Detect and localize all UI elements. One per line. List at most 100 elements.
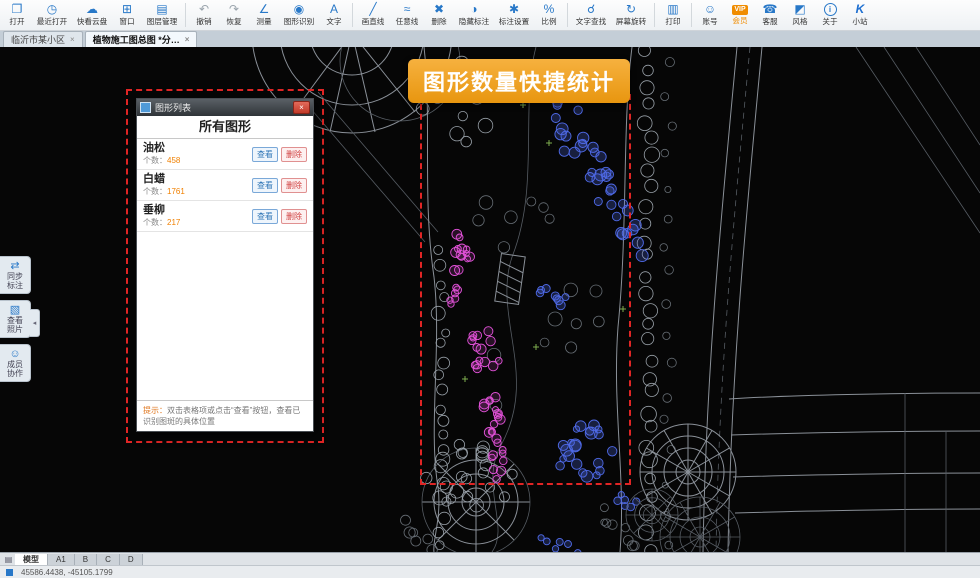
shape-name: 油松 <box>143 142 249 155</box>
close-icon[interactable]: × <box>70 35 75 44</box>
shape-name: 白蜡 <box>143 173 249 186</box>
vip-icon: VIP <box>732 5 747 15</box>
open-button[interactable]: ❐打开 <box>2 0 32 30</box>
collaboration-button[interactable]: ☺ 成员协作 <box>0 344 31 382</box>
shape-recognition-button[interactable]: ◉图形识别 <box>279 0 319 30</box>
text-search-button[interactable]: ☌文字查找 <box>571 0 611 30</box>
style-button[interactable]: ◩风格 <box>785 0 815 30</box>
count-label: 个数： <box>143 218 167 227</box>
undo-label: 撤销 <box>196 16 211 26</box>
dialog-titlebar[interactable]: 图形列表 × <box>137 99 313 116</box>
sheet-tab-d[interactable]: D <box>120 554 143 565</box>
cloud-drive-button[interactable]: ☁快看云盘 <box>72 0 112 30</box>
ksite-button[interactable]: K小站 <box>845 0 875 30</box>
hide-annotation-icon: ◑ <box>470 3 477 16</box>
service-icon: ☎ <box>763 3 778 16</box>
recognition-icon: ◉ <box>294 3 304 16</box>
layers-label: 图层管理 <box>147 16 177 26</box>
close-icon[interactable]: × <box>293 101 310 114</box>
count-value: 1761 <box>167 187 185 196</box>
list-item[interactable]: 油松 个数：458 查看 删除 <box>137 139 313 170</box>
hint-prefix: 提示： <box>143 406 167 415</box>
about-button[interactable]: i关于 <box>815 0 845 30</box>
text-label: 文字 <box>326 16 341 26</box>
recent-open-button[interactable]: ◷最近打开 <box>32 0 72 30</box>
count-label: 个数： <box>143 187 167 196</box>
sheet-tab-b[interactable]: B <box>75 554 97 565</box>
recent-icon: ◷ <box>47 3 57 16</box>
doc-tab-1[interactable]: 临沂市某小区 × <box>3 31 83 47</box>
freehand-line-button[interactable]: ≈任意线 <box>390 0 424 30</box>
delete-label: 删除 <box>431 16 446 26</box>
scale-label: 比例 <box>541 16 556 26</box>
line-icon: ╱ <box>369 3 376 16</box>
line-label: 画直线 <box>362 16 385 26</box>
annotation-settings-icon: ✱ <box>509 3 519 16</box>
main-toolbar: ❐打开 ◷最近打开 ☁快看云盘 ⊞窗口 ▤图层管理 ↶撤销 ↷恢复 ∠测量 ◉图… <box>0 0 980 31</box>
left-dock: ⇄ 同步标注 ▧ 查看照片 ☺ 成员协作 <box>0 256 31 382</box>
toolbar-separator <box>352 3 353 27</box>
redo-icon: ↷ <box>229 3 239 16</box>
list-item[interactable]: 白蜡 个数：1761 查看 删除 <box>137 170 313 201</box>
freeline-icon: ≈ <box>404 3 411 16</box>
redo-button[interactable]: ↷恢复 <box>219 0 249 30</box>
delete-button[interactable]: 删除 <box>281 209 307 224</box>
freeline-label: 任意线 <box>396 16 419 26</box>
count-value: 458 <box>167 156 180 165</box>
measure-label: 测量 <box>256 16 271 26</box>
cursor-coordinates: 45586.4438, -45105.1799 <box>21 568 113 577</box>
view-button[interactable]: 查看 <box>252 147 278 162</box>
layer-manager-button[interactable]: ▤图层管理 <box>142 0 182 30</box>
sync-annotation-button[interactable]: ⇄ 同步标注 <box>0 256 31 294</box>
undo-button[interactable]: ↶撤销 <box>189 0 219 30</box>
members-label: 成员协作 <box>6 360 24 378</box>
style-label: 风格 <box>792 16 807 26</box>
doc-tab-1-label: 临沂市某小区 <box>11 33 65 46</box>
style-icon: ◩ <box>794 3 805 16</box>
draw-line-button[interactable]: ╱画直线 <box>356 0 390 30</box>
sync-icon: ⇄ <box>10 260 19 272</box>
scale-button[interactable]: %比例 <box>534 0 564 30</box>
rotate-screen-button[interactable]: ↻屏幕旋转 <box>611 0 651 30</box>
print-button[interactable]: ▥打印 <box>658 0 688 30</box>
dialog-title: 图形列表 <box>155 101 289 114</box>
scale-icon: % <box>544 3 555 16</box>
dock-collapse-arrow[interactable]: ◂ <box>30 309 40 337</box>
members-icon: ☺ <box>9 348 20 360</box>
sheet-tab-a1[interactable]: A1 <box>48 554 75 565</box>
hint-text: 双击表格项或点击“查看”按钮，查看已识别图斑的具体位置 <box>143 406 300 426</box>
search-label: 文字查找 <box>576 16 606 26</box>
hide-annotation-button[interactable]: ◑隐藏标注 <box>454 0 494 30</box>
delete-icon: ✖ <box>434 3 444 16</box>
view-button[interactable]: 查看 <box>252 178 278 193</box>
document-tabbar: 临沂市某小区 × 植物施工图总图 *分… × <box>0 31 980 47</box>
hide-annotation-label: 隐藏标注 <box>459 16 489 26</box>
highlighted-region <box>420 94 631 485</box>
delete-button[interactable]: ✖删除 <box>424 0 454 30</box>
text-button[interactable]: A文字 <box>319 0 349 30</box>
graphics-list-dialog: 图形列表 × 所有图形 油松 个数：458 查看 删除 白蜡 个数：1761 查… <box>136 98 314 432</box>
measure-button[interactable]: ∠测量 <box>249 0 279 30</box>
doc-tab-2[interactable]: 植物施工图总图 *分… × <box>85 31 198 47</box>
open-label: 打开 <box>9 16 24 26</box>
drawing-canvas[interactable]: 图形数量快捷统计 图形列表 × 所有图形 油松 个数：458 查看 删除 <box>0 47 980 552</box>
annotation-settings-button[interactable]: ✱标注设置 <box>494 0 534 30</box>
account-icon: ☺ <box>704 3 716 16</box>
dialog-icon <box>140 102 151 113</box>
account-button[interactable]: ☺账号 <box>695 0 725 30</box>
delete-button[interactable]: 删除 <box>281 178 307 193</box>
k-logo-icon: K <box>856 3 865 16</box>
list-item[interactable]: 垂柳 个数：217 查看 删除 <box>137 201 313 232</box>
sheet-tab-c[interactable]: C <box>97 554 120 565</box>
sheet-list-icon[interactable]: ▤ <box>2 555 15 564</box>
vip-member-button[interactable]: VIP会员 <box>725 0 755 30</box>
window-button[interactable]: ⊞窗口 <box>112 0 142 30</box>
toolbar-separator <box>567 3 568 27</box>
delete-button[interactable]: 删除 <box>281 147 307 162</box>
customer-service-button[interactable]: ☎客服 <box>755 0 785 30</box>
view-photos-button[interactable]: ▧ 查看照片 <box>0 300 31 338</box>
close-icon[interactable]: × <box>185 35 190 44</box>
annotation-settings-label: 标注设置 <box>499 16 529 26</box>
view-button[interactable]: 查看 <box>252 209 278 224</box>
sheet-tab-model[interactable]: 模型 <box>15 554 48 565</box>
